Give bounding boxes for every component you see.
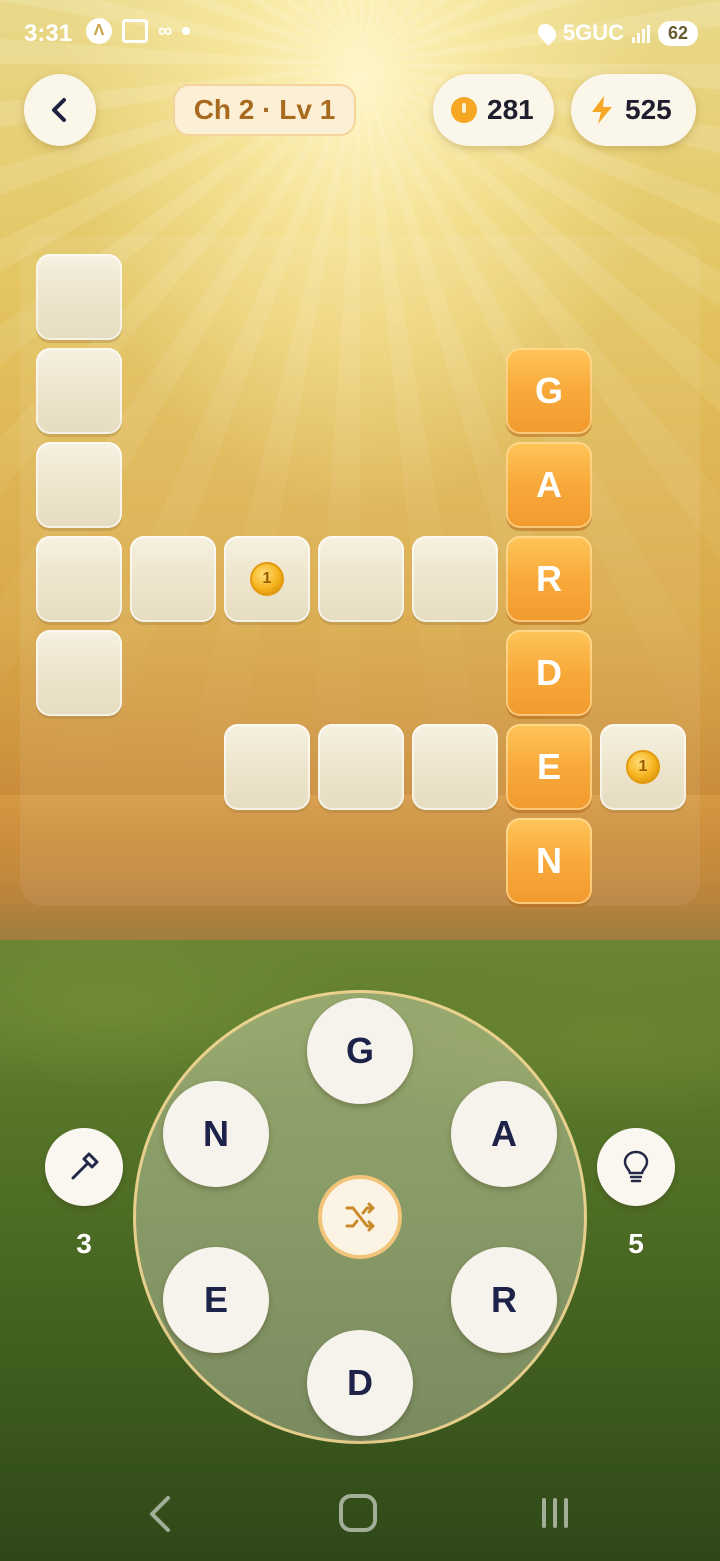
crossword-cell — [36, 348, 122, 434]
network-type: 5GUC — [562, 20, 624, 45]
hint-count: 5 — [628, 1228, 644, 1259]
wheel-letter-d[interactable]: D — [307, 1330, 413, 1436]
solved-letter-cell: G — [506, 348, 592, 434]
crossword-cell — [318, 536, 404, 622]
crossword-cell — [224, 724, 310, 810]
shuffle-button[interactable] — [318, 1175, 402, 1259]
wheel-letter-r[interactable]: R — [451, 1247, 557, 1353]
coin-count: 281 — [487, 94, 534, 125]
status-bar: 3:31 Λ ∞ 5GUC 62 — [0, 0, 720, 68]
crossword-cell — [412, 724, 498, 810]
battery-level: 62 — [657, 20, 698, 46]
crossword-cell — [36, 536, 122, 622]
system-icons: 5GUC 62 — [534, 20, 698, 46]
signal-icon — [631, 23, 650, 43]
notification-icons: Λ ∞ — [86, 18, 191, 44]
crossword-cell — [36, 630, 122, 716]
solved-letter-cell: D — [506, 630, 592, 716]
crossword-cell — [318, 724, 404, 810]
solved-letter-cell: A — [506, 442, 592, 528]
crossword-cell — [412, 536, 498, 622]
wheel-letter-g[interactable]: G — [307, 998, 413, 1104]
nav-back-icon[interactable] — [144, 1494, 174, 1534]
energy-counter[interactable]: 525 — [571, 74, 696, 146]
wheel-letter-e[interactable]: E — [163, 1247, 269, 1353]
shuffle-icon — [345, 1202, 375, 1232]
app-notification-icon: Λ — [86, 18, 112, 44]
coin-icon — [451, 97, 477, 123]
nav-recents-icon[interactable] — [542, 1498, 568, 1528]
screenshot-icon — [122, 19, 148, 43]
status-time: 3:31 — [24, 20, 73, 47]
chevron-left-icon — [52, 98, 66, 122]
lightning-icon — [592, 96, 612, 124]
back-button[interactable] — [24, 74, 96, 146]
wheel-letter-a[interactable]: A — [451, 1081, 557, 1187]
hammer-icon — [71, 1152, 99, 1180]
solved-letter-cell: N — [506, 818, 592, 904]
energy-count: 525 — [625, 94, 672, 125]
wheel-letter-n[interactable]: N — [163, 1081, 269, 1187]
system-navigation-bar — [0, 1470, 720, 1561]
crossword-cell-coin: 1 — [600, 724, 686, 810]
hint-button[interactable] — [597, 1128, 675, 1206]
crossword-cell — [36, 254, 122, 340]
coin-icon: 1 — [250, 562, 284, 596]
lightbulb-icon — [623, 1150, 649, 1183]
location-icon — [534, 20, 560, 46]
crossword-cell — [130, 536, 216, 622]
crossword-cell — [36, 442, 122, 528]
coin-counter[interactable]: 281 — [433, 74, 554, 146]
level-indicator: Ch 2 · Lv 1 — [173, 84, 356, 136]
solved-letter-cell: R — [506, 536, 592, 622]
more-notifications-dot — [182, 27, 191, 35]
crossword-cell-coin: 1 — [224, 536, 310, 622]
nav-home-icon[interactable] — [339, 1494, 377, 1532]
voicemail-icon: ∞ — [158, 19, 173, 42]
hammer-button[interactable] — [45, 1128, 123, 1206]
hammer-count: 3 — [76, 1228, 92, 1259]
solved-letter-cell: E — [506, 724, 592, 810]
coin-icon: 1 — [626, 750, 660, 784]
